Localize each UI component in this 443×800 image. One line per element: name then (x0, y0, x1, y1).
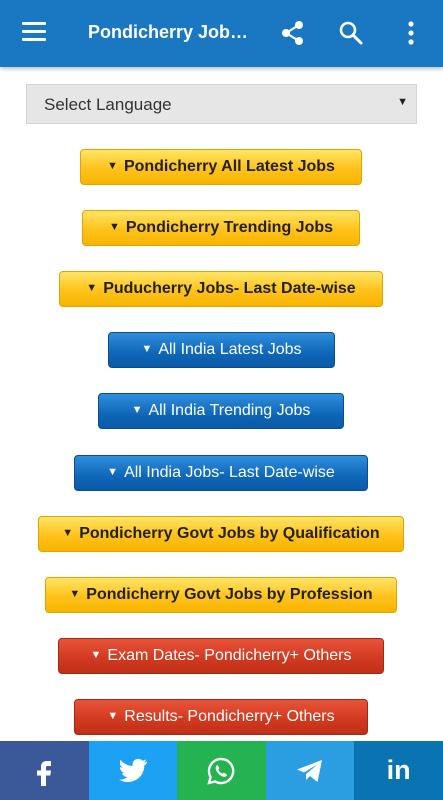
telegram-icon (297, 759, 323, 782)
share-icon[interactable] (278, 18, 308, 48)
whatsapp-share-button[interactable] (177, 741, 266, 800)
page-title: Pondicherry Job Al... (88, 22, 250, 42)
share-bar: in (0, 741, 443, 800)
linkedin-icon: in (386, 755, 411, 785)
nav-button-3[interactable]: ▼ Puducherry Jobs- Last Date-wise (59, 271, 383, 307)
nav-button-label: Puducherry Jobs- Last Date-wise (103, 280, 356, 297)
telegram-share-button[interactable] (265, 741, 355, 800)
whatsapp-icon (207, 757, 235, 785)
nav-button-2[interactable]: ▼ Pondicherry Trending Jobs (82, 210, 360, 246)
caret-down-icon: ▼ (131, 404, 143, 416)
nav-button-label: Results- Pondicherry+ Others (124, 708, 335, 725)
nav-button-9[interactable]: ▼ Exam Dates- Pondicherry+ Others (58, 638, 384, 674)
linkedin-share-button[interactable]: in (354, 741, 443, 800)
language-select[interactable]: Select Language ▼ (26, 84, 417, 124)
caret-down-icon: ▼ (107, 160, 118, 172)
nav-button-label: Pondicherry All Latest Jobs (123, 158, 335, 175)
chevron-down-icon: ▼ (397, 96, 408, 108)
app-bar: Pondicherry Job Al... (0, 0, 443, 67)
more-options-icon[interactable] (396, 18, 426, 48)
nav-button-8[interactable]: ▼ Pondicherry Govt Jobs by Profession (45, 577, 397, 613)
nav-button-label: Pondicherry Trending Jobs (125, 219, 334, 236)
facebook-icon (37, 760, 52, 786)
nav-button-1[interactable]: ▼ Pondicherry All Latest Jobs (80, 149, 362, 185)
nav-button-label: Exam Dates- Pondicherry+ Others (107, 647, 352, 664)
nav-button-4[interactable]: ▼ All India Latest Jobs (108, 332, 335, 368)
caret-down-icon: ▼ (86, 282, 98, 294)
nav-button-7[interactable]: ▼ Pondicherry Govt Jobs by Qualification (38, 516, 404, 552)
twitter-icon (118, 758, 147, 782)
nav-button-5[interactable]: ▼ All India Trending Jobs (98, 393, 344, 429)
nav-button-label: All India Trending Jobs (148, 402, 311, 419)
caret-down-icon: ▼ (62, 527, 74, 539)
facebook-share-button[interactable] (0, 741, 89, 800)
caret-down-icon: ▼ (107, 710, 119, 722)
caret-down-icon: ▼ (141, 343, 153, 355)
nav-button-6[interactable]: ▼ All India Jobs- Last Date-wise (74, 455, 368, 491)
caret-down-icon: ▼ (108, 221, 120, 233)
caret-down-icon: ▼ (90, 649, 102, 661)
search-icon[interactable] (336, 18, 366, 48)
hamburger-menu-icon[interactable] (22, 22, 46, 44)
caret-down-icon: ▼ (107, 466, 119, 478)
nav-button-10[interactable]: ▼ Results- Pondicherry+ Others (74, 699, 368, 735)
caret-down-icon: ▼ (69, 588, 81, 600)
language-select-label: Select Language (44, 95, 172, 114)
nav-button-label: All India Jobs- Last Date-wise (124, 464, 335, 481)
twitter-share-button[interactable] (88, 741, 178, 800)
nav-button-label: All India Latest Jobs (158, 341, 302, 358)
nav-button-label: Pondicherry Govt Jobs by Qualification (79, 525, 380, 542)
nav-button-label: Pondicherry Govt Jobs by Profession (86, 586, 373, 603)
